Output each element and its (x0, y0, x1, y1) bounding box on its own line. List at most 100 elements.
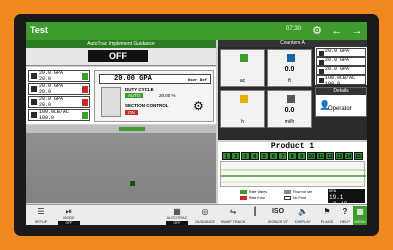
product-title: Product 1 (270, 142, 315, 151)
rate-row[interactable]: 20.0 GPA 20.0 (28, 70, 90, 82)
section-indicator[interactable]: 3 (240, 152, 250, 160)
setup-label: SETUP (34, 220, 48, 224)
setup-button[interactable]: ☰ SETUP (28, 206, 54, 225)
legend-label: Flow not set (293, 190, 312, 194)
page-title: Test (30, 25, 48, 35)
tractor-icon (130, 181, 135, 186)
display-label: DISPLAY (295, 220, 311, 224)
counter-unit: h (241, 119, 244, 125)
section-indicator[interactable]: 2 (231, 152, 241, 160)
counter-unit: mi/h (284, 119, 295, 125)
summary-box[interactable]: GPA 19.1 0.48 (328, 189, 365, 208)
flag-icon: ⚑ (323, 207, 331, 216)
counter-unit: ft (288, 78, 291, 84)
section-indicator[interactable]: 6 (269, 152, 278, 160)
legend-swatch (284, 196, 291, 200)
counter-cell[interactable]: 0.0 ft (267, 49, 312, 87)
flags-button[interactable]: ⚑ FLAGS (316, 206, 338, 225)
rate-graph (220, 161, 366, 187)
autotrac-button[interactable]: ▦ AUTOTRAC OFF (164, 206, 190, 225)
mode-state: OFF (58, 221, 80, 225)
counter-cell[interactable]: h (220, 90, 265, 128)
section-indicator[interactable]: 8 (287, 152, 297, 160)
details-title: Details (316, 88, 366, 95)
implement-bar (119, 127, 145, 131)
list-icon: ☰ (37, 207, 45, 216)
section-indicator[interactable]: 10 (306, 152, 316, 160)
legend-swatch (240, 190, 247, 194)
rate-control-panel: 20.00 GPA User Def DUTY CYCLE AUTO 20.00… (94, 70, 214, 122)
clock: 07:30 (286, 26, 302, 32)
mode-button[interactable]: ⏯ MODE OFF (56, 206, 82, 225)
target-rate[interactable]: 20.00 GPA User Def (99, 74, 211, 84)
map-view[interactable] (26, 125, 216, 203)
section-indicator[interactable]: 11 (316, 152, 325, 160)
settings-icon[interactable]: ⚙ (309, 24, 325, 38)
section-indicator[interactable]: 1 (222, 152, 231, 160)
area-icon (240, 54, 248, 62)
flags-label: FLAGS (320, 220, 334, 224)
swap-track-icon: ⇋ (229, 207, 237, 216)
summary-value: 19.1 (329, 194, 344, 201)
rate-row[interactable]: 20.0 GPA (316, 48, 366, 57)
isobus-icon: ISO (271, 208, 285, 215)
swap-track-button[interactable]: ⇋ SWAP TRACK (220, 206, 246, 225)
autotrac-state[interactable]: OFF (88, 50, 148, 62)
status-error-icon (82, 99, 88, 106)
counters-title: Counters A (218, 40, 367, 47)
section-indicator[interactable]: 13 (334, 152, 344, 160)
auto-toggle[interactable]: AUTO (125, 93, 144, 98)
gear-icon[interactable]: ⚙ (193, 99, 204, 113)
forward-arrow-icon[interactable]: → (349, 24, 365, 38)
top-bar: Test 07:30 ⚙ ← → (26, 22, 367, 40)
counter-value: 0.0 (284, 66, 295, 73)
status-error-icon (82, 86, 88, 93)
rate-row[interactable]: 100.0LB/AC 100.0 (28, 109, 90, 121)
section-control-toggle[interactable]: ON (125, 110, 138, 115)
rate-value: 20.0 GPA (325, 66, 350, 72)
swap-track-label: SWAP TRACK (220, 220, 246, 224)
rate-value: 20.0 GPA (325, 48, 350, 54)
left-rates-panel: 20.0 GPA 20.0 20.0 GPA 20.0 20.0 GPA 20.… (26, 67, 216, 124)
section-control-label: SECTION CONTROL (125, 103, 169, 108)
counter-cell[interactable]: 0.0 mi/h (267, 90, 312, 128)
rate-row[interactable]: 20.0 GPA (316, 66, 366, 75)
section-indicator[interactable]: 7 (278, 152, 288, 160)
section-indicator[interactable]: 9 (297, 152, 307, 160)
guidance-button[interactable]: ◎ GUIDANCE (192, 206, 218, 225)
rate-row[interactable]: 100.0LB/AC 100.0 (316, 75, 366, 86)
distance-icon (287, 54, 295, 62)
speaker-icon: 🔈 (298, 207, 308, 216)
guidance-label: GUIDANCE (194, 220, 216, 224)
autotrac-title: AutoTrac Implement Guidance (26, 40, 216, 48)
display-button[interactable]: 🔈 DISPLAY (292, 206, 314, 225)
operator-label: Operator (328, 106, 352, 112)
duty-cycle-label: DUTY CYCLE (125, 87, 154, 92)
help-icon: ? (342, 207, 348, 216)
product-icon (319, 69, 324, 74)
rate-row[interactable]: 20.0 GPA (316, 57, 366, 66)
back-arrow-icon[interactable]: ← (329, 24, 345, 38)
grid-icon: ▦ (356, 207, 364, 216)
rate-value: 20.0 GPA (325, 57, 350, 63)
section-indicator[interactable]: 12 (325, 152, 335, 160)
pin-button[interactable]: ┃ (248, 206, 262, 225)
bottom-toolbar: ☰ SETUP ⏯ MODE OFF ▦ AUTOTRAC OFF ◎ GUID… (26, 204, 367, 225)
implement-strip (26, 125, 216, 133)
help-button[interactable]: ? HELP (338, 206, 352, 225)
isobus-button[interactable]: ISO ISOBUS VT (266, 206, 290, 225)
product-icon (31, 86, 37, 92)
product-icon (319, 78, 324, 83)
counter-cell[interactable]: ac (220, 49, 265, 87)
menu-button[interactable]: ▦ MENU (353, 206, 367, 225)
legend-swatch (240, 196, 247, 200)
section-indicator[interactable]: 5 (259, 152, 269, 160)
section-indicator[interactable]: 14 (344, 152, 354, 160)
section-indicator[interactable]: 4 (250, 152, 260, 160)
section-indicator[interactable]: 15 (353, 152, 363, 160)
details-panel[interactable]: Details 👤 Operator (315, 87, 367, 117)
rate-row[interactable]: 20.0 GPA 20.0 (28, 83, 90, 95)
status-ok-icon (82, 73, 88, 80)
rate-graph-svg (221, 169, 366, 183)
rate-row[interactable]: 20.0 GPA 20.0 (28, 96, 90, 108)
